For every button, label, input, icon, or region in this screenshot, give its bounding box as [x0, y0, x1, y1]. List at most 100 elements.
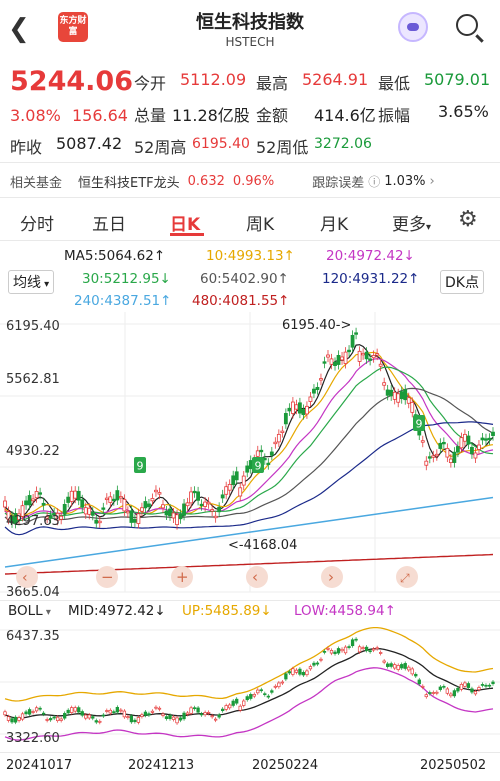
candle: [438, 442, 443, 449]
boll-candle: [6, 716, 11, 721]
boll-candle: [473, 691, 478, 695]
tab-five-day[interactable]: 五日: [92, 210, 126, 235]
boll-candle: [175, 717, 179, 724]
assistant-robot-icon[interactable]: [398, 12, 428, 42]
candle: [206, 501, 211, 505]
svg-text:+: +: [176, 568, 189, 586]
candle: [255, 450, 260, 457]
candle: [276, 433, 281, 443]
boll-candle: [347, 646, 351, 648]
candle: [213, 515, 218, 519]
info-icon[interactable]: ⓘ: [368, 173, 380, 190]
candle: [118, 496, 123, 499]
td-signal-label: 9: [137, 460, 144, 473]
boll-candle: [98, 720, 102, 723]
divider: [0, 752, 500, 753]
td-signal-label: 9: [416, 418, 423, 431]
boll-candle: [84, 714, 88, 719]
boll-candle: [284, 673, 288, 680]
tab-monthly-k[interactable]: 月K: [320, 210, 348, 235]
candle: [168, 508, 172, 517]
dk-point-button[interactable]: DK点: [440, 270, 484, 294]
candle: [445, 447, 450, 458]
zoom-out-button[interactable]: −: [96, 566, 118, 588]
tab-more[interactable]: 更多▾: [392, 210, 431, 235]
boll-candle: [119, 709, 123, 712]
scroll-left-button[interactable]: ‹: [16, 566, 38, 588]
ma60-legend: 60:5402.90↑: [200, 271, 289, 287]
boll-candle: [10, 718, 14, 723]
kline-chart[interactable]: 9 9 9 6195.40 5562.81 4930.22 4297.63 3665…: [0, 312, 500, 602]
candle: [308, 396, 313, 402]
low-label: 最低: [378, 74, 411, 93]
boll-candle: [77, 707, 81, 713]
tab-intraday[interactable]: 分时: [20, 210, 54, 235]
boll-candle: [73, 707, 77, 712]
candle: [157, 492, 162, 495]
max-price-callout: 6195.40->: [282, 318, 351, 333]
boll-candle: [112, 711, 116, 713]
candle: [87, 507, 92, 515]
candle: [378, 363, 383, 367]
search-icon[interactable]: [456, 14, 478, 36]
boll-candle: [298, 668, 302, 675]
boll-candle: [238, 705, 242, 711]
pan-right-button[interactable]: ›: [321, 566, 343, 588]
candle: [389, 389, 394, 397]
boll-candle: [410, 668, 414, 675]
tab-more-label: 更多: [392, 215, 426, 235]
boll-candle: [38, 707, 42, 710]
boll-chart[interactable]: 6437.35 3322.60: [0, 622, 500, 752]
candle: [196, 491, 200, 501]
gear-icon[interactable]: ⚙: [458, 207, 478, 232]
boll-candle: [333, 651, 337, 655]
candle: [62, 503, 67, 515]
boll-candle: [484, 684, 488, 687]
candle: [392, 391, 397, 400]
boll-candle: [364, 646, 369, 651]
boll-candle: [34, 707, 39, 712]
candle: [406, 397, 411, 404]
zoom-in-button[interactable]: +: [171, 566, 193, 588]
tab-daily-k[interactable]: 日K: [170, 210, 200, 235]
boll-candle: [41, 712, 46, 715]
open-label: 今开: [134, 74, 167, 93]
pan-left-button[interactable]: ‹: [246, 566, 268, 588]
boll-candle: [371, 648, 376, 651]
boll-candle: [245, 696, 249, 701]
boll-candle: [87, 714, 91, 719]
fullscreen-icon[interactable]: ⤢: [396, 566, 418, 588]
boll-candle: [178, 717, 183, 721]
open-value: 5112.09: [180, 70, 247, 89]
boll-candle: [477, 687, 481, 691]
boll-candle: [189, 707, 193, 714]
boll-mid: MID:4972.42↓: [68, 603, 166, 619]
boll-candle: [393, 664, 397, 669]
boll-candle: [350, 639, 355, 647]
candle: [38, 492, 43, 495]
boll-candle: [386, 663, 390, 667]
boll-candle: [228, 704, 232, 709]
min-price-callout: <-4168.04: [228, 538, 297, 553]
candle: [312, 388, 316, 394]
boll-candle: [105, 710, 109, 712]
indicator-select[interactable]: 均线 ▾: [8, 270, 55, 294]
tab-weekly-k[interactable]: 周K: [246, 210, 274, 235]
boll-candle: [379, 652, 383, 654]
amplitude-value: 3.65%: [438, 102, 489, 121]
boll-candle: [491, 681, 495, 685]
boll-candle: [466, 683, 471, 688]
boll-candle: [147, 713, 151, 716]
candle: [466, 435, 471, 445]
candle: [150, 498, 155, 502]
boll-candle: [449, 693, 453, 697]
ma5-legend: MA5:5064.62↑: [64, 248, 166, 264]
boll-candle: [438, 686, 442, 690]
high-label: 最高: [256, 74, 289, 93]
related-fund-row[interactable]: 相关基金 恒生科技ETF龙头 0.632 0.96% 跟踪误差 ⓘ 1.03% …: [10, 172, 490, 191]
boll-candle: [456, 687, 460, 692]
boll-candle: [80, 711, 84, 716]
fund-section-label: 相关基金: [10, 176, 63, 191]
boll-candle: [340, 648, 344, 652]
boll-select[interactable]: BOLL ▾: [8, 603, 51, 619]
